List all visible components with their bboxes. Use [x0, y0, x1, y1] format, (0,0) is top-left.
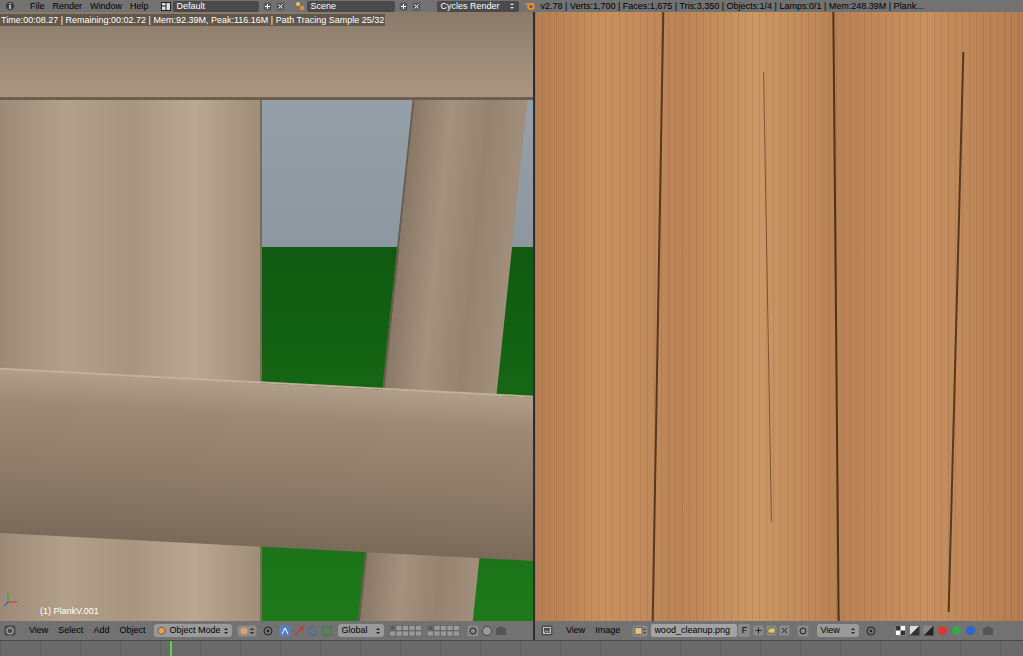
render-info-strip: Time:00:08.27 | Remaining:00:02.72 | Mem…	[0, 14, 385, 26]
blender-logo-icon[interactable]	[523, 0, 539, 12]
translate-icon[interactable]	[292, 625, 306, 637]
dropdown-arrows-icon[interactable]	[375, 627, 381, 635]
menu-item[interactable]: Render	[49, 0, 87, 12]
scene-stats: v2.78 | Verts:1,700 | Faces:1,675 | Tris…	[541, 0, 924, 12]
snap-icon[interactable]	[480, 625, 494, 637]
fake-user-button[interactable]: F	[738, 624, 750, 637]
layers-grid-icon[interactable]	[388, 625, 424, 637]
mode-dropdown[interactable]: Object Mode	[154, 624, 232, 637]
object-label: (1) PlankV.001	[40, 606, 99, 616]
menu-item[interactable]: Object	[114, 621, 150, 640]
render-engine-name: Cycles Render	[441, 0, 500, 12]
menu-item[interactable]: Image	[590, 621, 625, 640]
remove-x-icon[interactable]	[410, 0, 423, 12]
info-header: FileRenderWindowHelp Default Scene Cycles R…	[0, 0, 1023, 12]
menu-item[interactable]: View	[561, 621, 590, 640]
dropdown-arrows-icon[interactable]	[850, 627, 856, 635]
3d-viewport[interactable]: Time:00:08.27 | Remaining:00:02.72 | Mem…	[0, 12, 533, 621]
pivot-point-icon[interactable]	[863, 625, 879, 637]
axis-icon	[3, 591, 19, 607]
new-image-icon[interactable]	[752, 625, 765, 637]
manipulator-toggle-icon[interactable]	[278, 625, 292, 637]
lock-camera-icon[interactable]	[466, 625, 480, 637]
draw-channels-alpha-icon[interactable]	[907, 625, 921, 637]
image-name: wood_cleanup.png	[654, 624, 730, 637]
browse-image-icon[interactable]	[631, 625, 649, 637]
viewport-shading-icon[interactable]	[236, 625, 258, 637]
blue-channel-icon[interactable]	[963, 625, 977, 637]
3d-view-editor-icon[interactable]	[2, 625, 18, 637]
screen-layout-icon[interactable]	[159, 0, 173, 12]
menu-item[interactable]: Window	[86, 0, 126, 12]
fake-user-label: F	[742, 624, 748, 637]
render-slot-icon[interactable]	[981, 625, 995, 637]
image-editor-header: ViewImagewood_cleanup.pngFView	[535, 621, 1023, 640]
object-label-strip: (1) PlankV.001	[40, 605, 99, 617]
orientation-dropdown[interactable]: Global	[338, 624, 384, 637]
menu-item[interactable]: Help	[126, 0, 153, 12]
rotate-icon[interactable]	[306, 625, 320, 637]
image-editor-icon[interactable]	[539, 625, 555, 637]
viewport-header: ViewSelectAddObject Object Mode Global	[0, 621, 533, 640]
scale-icon[interactable]	[320, 625, 334, 637]
blender-window: FileRenderWindowHelp Default Scene Cycles R…	[0, 0, 1023, 656]
mode-name: Object Mode	[169, 624, 220, 637]
green-channel-icon[interactable]	[949, 625, 963, 637]
draw-channels-z-icon[interactable]	[921, 625, 935, 637]
middle-beam	[0, 367, 533, 562]
menu-item[interactable]: View	[24, 621, 53, 640]
unlink-image-icon[interactable]	[778, 625, 791, 637]
red-channel-icon[interactable]	[935, 625, 949, 637]
remove-x-icon[interactable]	[274, 0, 287, 12]
image-editor[interactable]	[535, 12, 1023, 621]
pin-image-icon[interactable]	[795, 625, 811, 637]
menu-item[interactable]: Select	[53, 621, 88, 640]
scene-field[interactable]: Scene	[307, 1, 395, 12]
current-frame-marker[interactable]	[170, 641, 172, 656]
layers-grid-icon[interactable]	[426, 625, 462, 637]
dropdown-arrows-icon[interactable]	[223, 627, 229, 635]
view-mode-dropdown[interactable]: View	[817, 624, 859, 637]
menu-item[interactable]: Add	[88, 621, 114, 640]
header-divider	[533, 621, 535, 640]
render-info: Time:00:08.27 | Remaining:00:02.72 | Mem…	[1, 15, 384, 25]
info-editor-icon[interactable]	[2, 0, 18, 12]
scene-icon[interactable]	[293, 0, 307, 12]
view-mode-name: View	[820, 624, 839, 637]
bottom-headers: ViewSelectAddObjectObject ModeGlobal Vie…	[0, 621, 1023, 640]
main-area: Time:00:08.27 | Remaining:00:02.72 | Mem…	[0, 12, 1023, 621]
render-engine-dropdown[interactable]: Cycles Render	[437, 1, 519, 12]
object-mode-icon[interactable]	[157, 626, 166, 635]
image-editor-menus: ViewImage	[561, 621, 625, 640]
screen-layout-field[interactable]: Default	[173, 1, 259, 12]
pivot-point-icon[interactable]	[260, 625, 276, 637]
add-plus-icon[interactable]	[397, 0, 410, 12]
viewport-menus: ViewSelectAddObject	[24, 621, 150, 640]
image-name-field[interactable]: wood_cleanup.png	[651, 624, 737, 637]
menu-item[interactable]: File	[26, 0, 49, 12]
dropdown-arrows-icon[interactable]	[509, 2, 515, 10]
add-plus-icon[interactable]	[261, 0, 274, 12]
render-icon[interactable]	[494, 625, 508, 637]
scene-name: Scene	[311, 0, 337, 12]
screen-layout-name: Default	[177, 0, 206, 12]
info-menus: FileRenderWindowHelp	[26, 0, 153, 12]
draw-channels-checker-icon[interactable]	[893, 625, 907, 637]
orientation-name: Global	[341, 624, 367, 637]
open-image-icon[interactable]	[765, 625, 778, 637]
timeline[interactable]	[0, 640, 1023, 656]
